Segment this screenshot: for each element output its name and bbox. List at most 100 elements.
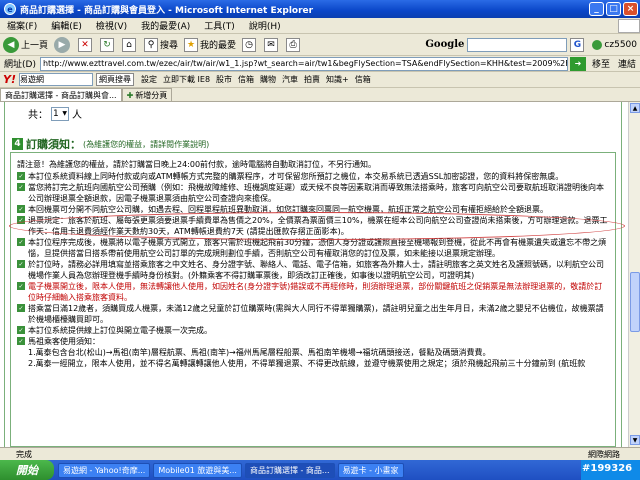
yahoo-search-button[interactable]: 網頁搜尋 [95, 73, 134, 86]
notice-subtitle: (為維護您的權益，請詳閱作業說明) [83, 139, 210, 149]
mail-button[interactable]: ✉ [264, 37, 280, 52]
yahoo-stocks[interactable]: 股市 [216, 74, 232, 85]
favorites-button[interactable]: ★ 我的最愛 [184, 37, 237, 52]
passenger-unit: 人 [72, 110, 82, 121]
taskbar-item-yahoo[interactable]: 易遊網 - Yahoo!奇摩... [58, 462, 151, 478]
favorites-label: 我的最愛 [200, 41, 237, 51]
tab-new[interactable]: ✚ 新增分頁 [121, 88, 173, 101]
yahoo-settings[interactable]: 設定 [141, 74, 157, 85]
forward-button[interactable]: ▶ [54, 36, 72, 53]
notice-item-text: 本訂位系統資料線上同時付款或向或ATM轉帳方式完整的購票程序，才可保留您所預訂之… [28, 172, 564, 181]
scroll-up-icon[interactable]: ▲ [630, 103, 640, 113]
check-icon: ✓ [17, 238, 25, 246]
address-input[interactable]: http://www.ezttravel.com.tw/ezec/air/tw/… [39, 56, 568, 71]
back-arrow-icon: ◀ [3, 36, 19, 53]
mail-icon: ✉ [264, 37, 279, 52]
yahoo-mail-2[interactable]: 信箱 [355, 74, 371, 85]
home-icon: ⌂ [122, 37, 137, 52]
home-button[interactable]: ⌂ [122, 37, 138, 52]
notice-intro: 請注意！為維護您的權益，請於訂購當日晚上24:00前付款，逾時電腦將自動取消訂位… [17, 160, 377, 169]
status-text: 完成 [16, 449, 32, 459]
passenger-count-value: 1 [53, 108, 59, 119]
menu-favorites[interactable]: 我的最愛(A) [134, 19, 197, 32]
refresh-button[interactable]: ↻ [100, 37, 116, 52]
search-button[interactable]: ⚲ 搜尋 [144, 37, 178, 52]
yahoo-mail-1[interactable]: 信箱 [238, 74, 254, 85]
google-logo: Google [425, 39, 465, 50]
passenger-count-row: 共： 1 ▼ 人 [28, 106, 82, 121]
yahoo-autos[interactable]: 汽車 [282, 74, 298, 85]
passenger-label: 共： [28, 110, 48, 121]
notice-item: ✓ 馬祖乘客使用須知： [17, 336, 609, 347]
notice-item: ✓ 當您將訂完之航班向國航空公司預購（例如：飛機故障維修、班機調度延遲）或天候不良… [17, 182, 609, 204]
yahoo-ie8-download[interactable]: 立即下載 IE8 [163, 74, 210, 85]
menu-tools[interactable]: 工具(T) [197, 19, 242, 32]
stop-button[interactable]: ✕ [78, 37, 94, 52]
yahoo-knowledge[interactable]: 知識+ [326, 74, 349, 85]
notice-box: 請注意！為維護您的權益，請於訂購當日晚上24:00前付款，逾時電腦將自動取消訂位… [9, 152, 625, 447]
menu-help[interactable]: 說明(H) [242, 19, 288, 32]
maximize-button[interactable]: □ [606, 2, 621, 16]
yahoo-search-input[interactable] [18, 73, 93, 86]
tab-product-order[interactable]: 商品訂購選擇 - 商品訂購與會... [0, 88, 122, 101]
go-label[interactable]: 移至 [588, 57, 614, 70]
yahoo-toolbar: Y! 網頁搜尋 設定 立即下載 IE8 股市 信箱 購物 汽車 拍賣 知識+ 信… [0, 72, 640, 88]
back-button[interactable]: ◀ 上一頁 [3, 36, 49, 53]
menu-file[interactable]: 檔案(F) [0, 19, 44, 32]
notice-header: 4 訂購須知： (為維護您的權益，請詳閱作業說明) [12, 136, 209, 152]
menu-edit[interactable]: 編輯(E) [44, 19, 89, 32]
menu-view[interactable]: 檢視(V) [89, 19, 134, 32]
address-label: 網址(D) [4, 60, 36, 70]
windows-logo-icon [618, 18, 640, 33]
history-icon: ◷ [242, 37, 257, 52]
tab-label: 商品訂購選擇 - 商品訂購與會... [5, 90, 117, 100]
status-bar: 完成 網際網路 [0, 447, 640, 460]
check-icon: ✓ [17, 337, 25, 345]
vertical-scrollbar[interactable]: ▲ ▼ [628, 102, 640, 447]
links-label[interactable]: 連結 [614, 57, 640, 70]
google-search-input[interactable] [467, 37, 568, 52]
taskbar: 開始 易遊網 - Yahoo!奇摩... Mobile01 旅遊與美... 商品… [0, 460, 640, 480]
check-icon: ✓ [17, 326, 25, 334]
minimize-button[interactable]: _ [589, 2, 604, 16]
chevron-down-icon: ▼ [62, 110, 67, 117]
print-button[interactable]: ⎙ [286, 37, 302, 52]
check-icon: ✓ [17, 205, 25, 213]
notice-item-refund: ✓ 退票規定：旅客於航班、屬每張更票須要退票手續費單為售價之20%，全價票為票面價… [9, 212, 625, 240]
step-number-badge: 4 [12, 138, 23, 150]
taskbar-item-paint[interactable]: 易遊卡 - 小畫家 [337, 462, 404, 478]
matsu-list-item: 2.萬泰一經開立，限本人使用，並不得名萬轉讓轉讓他人使用，不得單獨退票、不得更改… [28, 359, 586, 368]
notice-item: ✓ 本回機票可分開不同航空公司購，如遇去程、回程單程航班異動取消，如您訂購來回票同… [17, 204, 609, 215]
history-button[interactable]: ◷ [242, 37, 258, 52]
go-button[interactable]: ➜ [569, 56, 586, 71]
back-label: 上一頁 [21, 41, 49, 51]
title-bar: e 商品訂購選擇 - 商品訂購與會員登入 - Microsoft Interne… [0, 0, 640, 18]
taskbar-item-product-order[interactable]: 商品訂購選擇 - 商品... [244, 462, 335, 478]
stop-icon: ✕ [78, 37, 93, 52]
close-button[interactable]: × [623, 2, 638, 16]
google-g-icon: G [570, 37, 585, 52]
ie-icon: e [4, 3, 16, 15]
tab-bar: 商品訂購選擇 - 商品訂購與會... ✚ 新增分頁 [0, 88, 640, 102]
address-bar: 網址(D) http://www.ezttravel.com.tw/ezec/a… [0, 56, 640, 72]
window-title: 商品訂購選擇 - 商品訂購與會員登入 - Microsoft Internet … [20, 5, 314, 16]
google-go-button[interactable]: G [570, 37, 586, 52]
user-status-icon [592, 39, 603, 50]
notice-item: ✓ 本訂位系統資料線上同時付款或向或ATM轉帳方式完整的購票程序，才可保留您所預訂… [17, 171, 609, 182]
notice-item-text: 本回機票可分開不同航空公司購，如遇去程、回程單程航班異動取消，如您訂購來回票同一… [28, 205, 548, 214]
check-icon: ✓ [17, 216, 25, 224]
scrollbar-thumb[interactable] [630, 272, 640, 332]
yahoo-auction[interactable]: 拍賣 [304, 74, 320, 85]
notice-item-text: 搭乘當日滿12歲者，須購買成人機票，未滿12歲之兒童於訂位購票時(需與大人同行不… [28, 304, 604, 324]
taskbar-item-mobile01[interactable]: Mobile01 旅遊與美... [153, 462, 242, 478]
new-tab-icon: ✚ [126, 90, 134, 100]
yahoo-shopping[interactable]: 購物 [260, 74, 276, 85]
notice-item-text: 於訂位時，請務必詳用填寫並搭乘旅客之中文姓名、身分證字號、聯絡人、電話、電子信箱… [28, 260, 604, 280]
check-icon: ✓ [17, 282, 25, 290]
forward-arrow-icon: ▶ [54, 36, 71, 53]
user-account[interactable]: cz5500 [592, 39, 637, 50]
go-arrow-icon: ➜ [574, 59, 582, 68]
passenger-count-select[interactable]: 1 ▼ [51, 106, 69, 121]
start-button[interactable]: 開始 [0, 460, 54, 480]
scroll-down-icon[interactable]: ▼ [630, 435, 640, 445]
